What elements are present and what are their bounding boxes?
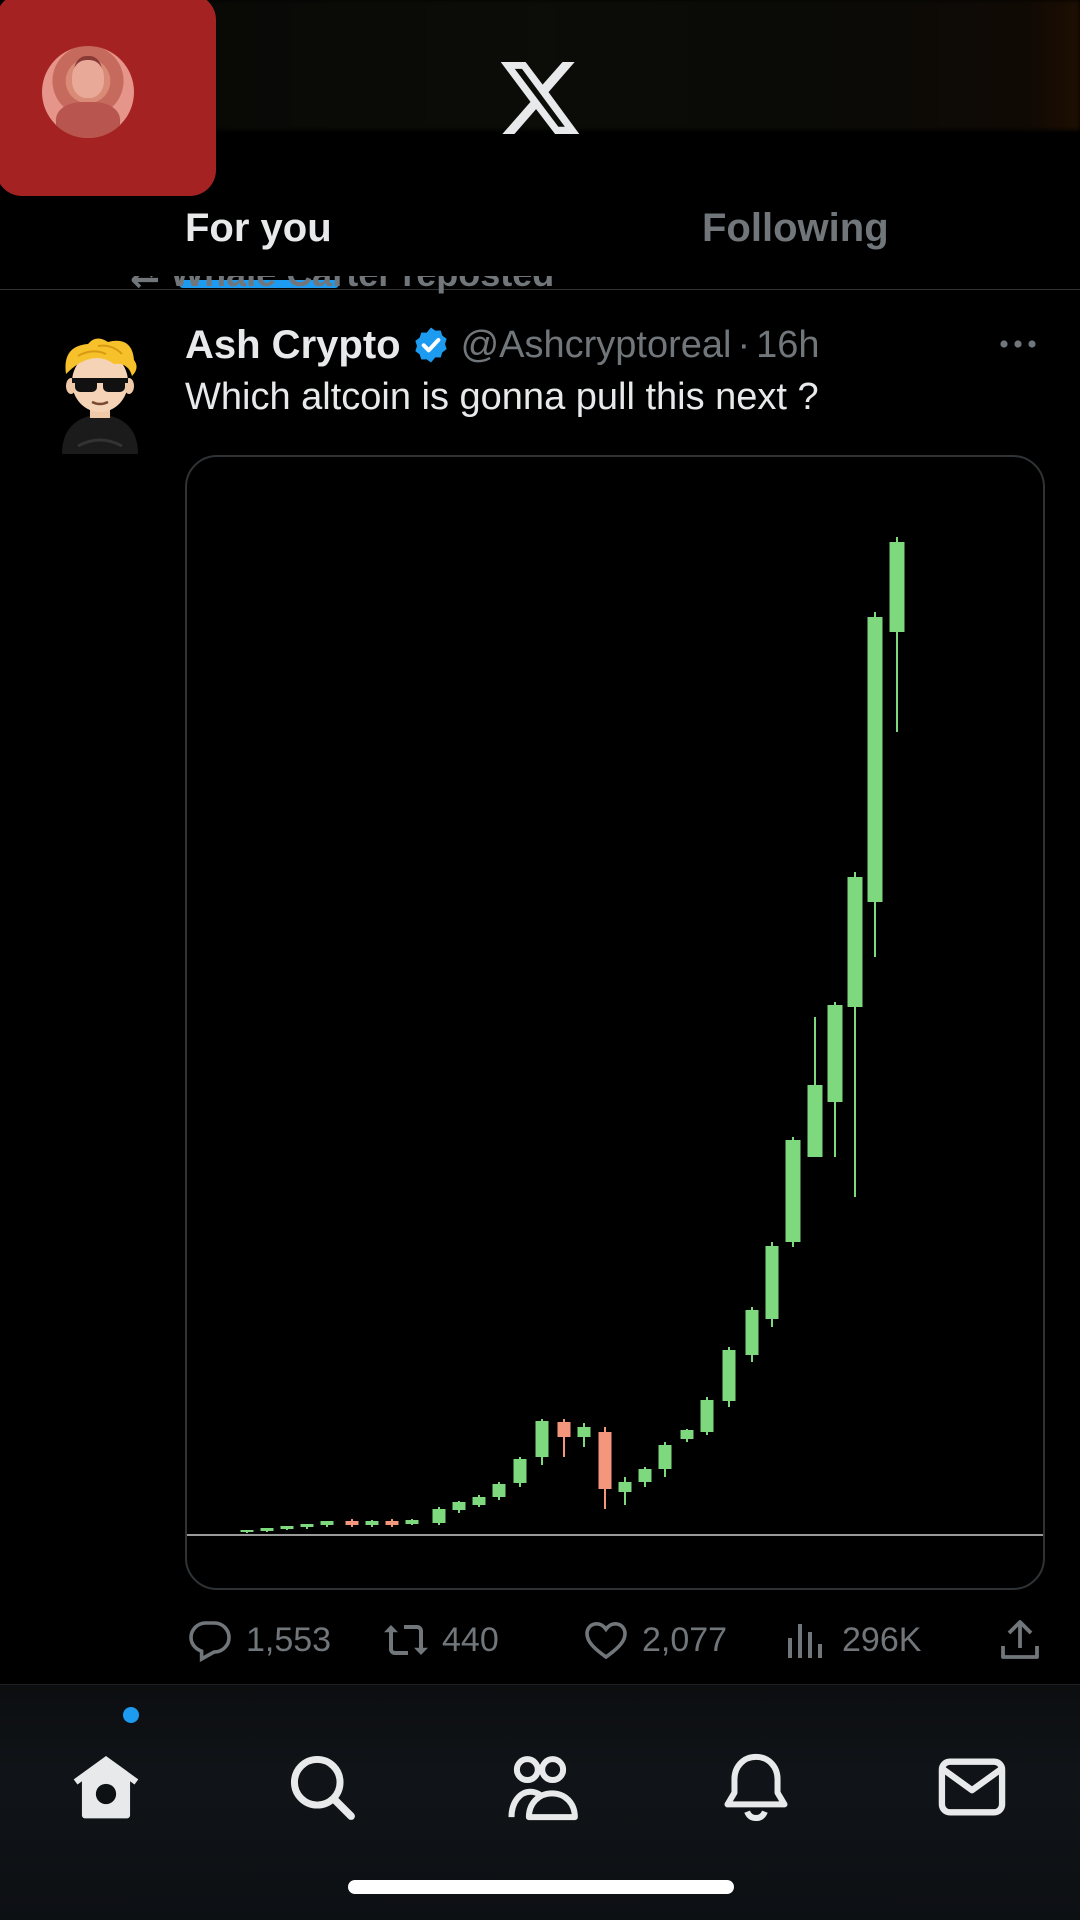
candle-body xyxy=(867,617,883,902)
candle-body xyxy=(432,1509,446,1523)
search-icon xyxy=(290,1755,355,1820)
candle-body xyxy=(280,1526,294,1529)
repost-context[interactable]: ⇄ Whale Carter reposted xyxy=(130,276,554,300)
like-button[interactable]: 2,077 xyxy=(582,1610,727,1670)
candle-body xyxy=(680,1430,694,1439)
heart-icon xyxy=(585,1621,627,1660)
candle-body xyxy=(345,1521,359,1525)
candle-body xyxy=(300,1524,314,1527)
nav-home[interactable] xyxy=(68,1749,144,1825)
tweet-header: Ash Crypto @Ashcryptoreal · 16h xyxy=(185,320,820,370)
candle-body xyxy=(472,1497,486,1505)
notifications-icon xyxy=(724,1753,788,1822)
like-count: 2,077 xyxy=(642,1620,728,1659)
candle-body xyxy=(785,1140,801,1242)
candle-body xyxy=(452,1502,466,1510)
header: For you Following xyxy=(0,0,1080,290)
repost-count: 440 xyxy=(442,1620,499,1659)
reply-icon xyxy=(189,1621,231,1663)
home-indicator xyxy=(348,1880,734,1894)
candle-body xyxy=(827,1005,843,1102)
author-avatar[interactable] xyxy=(48,334,152,454)
separator-dot: · xyxy=(737,323,751,366)
candle-body xyxy=(260,1528,274,1531)
tweet-text: Which altcoin is gonna pull this next ? xyxy=(185,376,819,418)
candle-body xyxy=(577,1427,591,1437)
candle-body xyxy=(535,1421,549,1457)
tweet-actions: 1,553 440 2,077 296K xyxy=(0,1610,1080,1670)
candle-body xyxy=(745,1310,759,1355)
candle-body xyxy=(700,1400,714,1432)
tweet-media-image[interactable] xyxy=(185,455,1045,1590)
share-button[interactable] xyxy=(996,1610,1044,1670)
candle-body xyxy=(492,1484,506,1497)
nav-communities[interactable] xyxy=(502,1749,578,1825)
repost-button[interactable]: 440 xyxy=(382,1610,499,1670)
repost-icon xyxy=(384,1625,428,1655)
candle-body xyxy=(807,1085,823,1157)
tab-following[interactable]: Following xyxy=(702,206,889,251)
candle-body xyxy=(847,877,863,1007)
home-icon xyxy=(73,1755,139,1819)
candle-body xyxy=(385,1521,399,1525)
repost-text: Whale Carter reposted xyxy=(170,276,554,294)
candle-body xyxy=(240,1530,254,1532)
views-button[interactable]: 296K xyxy=(782,1610,921,1670)
reply-button[interactable]: 1,553 xyxy=(186,1610,331,1670)
views-icon xyxy=(788,1624,822,1658)
candle-body xyxy=(765,1246,779,1319)
communities-icon xyxy=(508,1756,578,1821)
home-notification-dot xyxy=(123,1707,139,1723)
candle-body xyxy=(658,1445,672,1469)
candle-body xyxy=(405,1520,419,1524)
candle-body xyxy=(365,1521,379,1525)
tweet-timestamp[interactable]: 16h xyxy=(756,324,819,367)
author-name[interactable]: Ash Crypto xyxy=(185,323,401,368)
x-logo-icon[interactable] xyxy=(500,62,580,134)
nav-search[interactable] xyxy=(284,1749,360,1825)
tab-for-you[interactable]: For you xyxy=(185,206,332,251)
candle-body xyxy=(557,1422,571,1437)
view-count: 296K xyxy=(842,1620,922,1659)
author-handle[interactable]: @Ashcryptoreal xyxy=(461,324,732,367)
verified-badge-icon xyxy=(414,327,447,363)
more-options-icon[interactable] xyxy=(996,330,1040,358)
candle-body xyxy=(618,1482,632,1492)
reply-count: 1,553 xyxy=(246,1620,332,1659)
nav-messages[interactable] xyxy=(934,1749,1010,1825)
share-icon xyxy=(1001,1620,1039,1659)
candle-body xyxy=(513,1459,527,1483)
candle-body xyxy=(722,1350,736,1401)
candlestick-chart-image xyxy=(187,537,1043,1536)
messages-icon xyxy=(938,1758,1006,1816)
profile-avatar xyxy=(42,46,134,138)
candle-body xyxy=(889,542,905,632)
candle-body xyxy=(320,1521,334,1525)
candle-body xyxy=(638,1469,652,1482)
nav-notifications[interactable] xyxy=(718,1749,794,1825)
profile-avatar-button[interactable] xyxy=(0,0,216,196)
candle-body xyxy=(598,1432,612,1489)
